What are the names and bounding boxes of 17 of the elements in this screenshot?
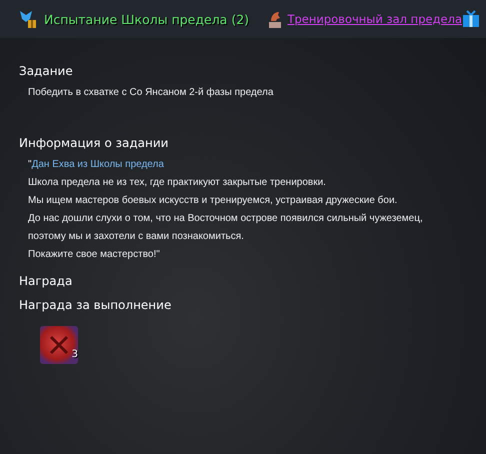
quote-mark: " [28, 159, 32, 170]
dialogue-line: поэтому мы и захотели с вами познакомиться. [27, 230, 245, 244]
item-count: 3 [72, 349, 78, 360]
dialogue-line: До нас дошли слухи о том, что на Восточном острове появился сильный чужеземец, [27, 212, 424, 226]
task-text: Победить в схватке с Со Янсаном 2-й фазы предела [27, 86, 274, 100]
dialogue-line: Покажите свое мастерство!" [27, 248, 161, 262]
chess-knight-icon [267, 9, 284, 29]
dialogue-line: Мы ищем мастеров боевых искусств и тренируемся, устраивая дружеские бои. [27, 194, 398, 208]
location-link[interactable]: Тренировочный зал предела [287, 12, 462, 26]
section-heading: Награда за выполнение [19, 298, 172, 312]
dialogue-line: Школа предела не из тех, где практикуют закрытые тренировки. [27, 176, 327, 190]
quest-title: Испытание Школы предела (2) [44, 12, 250, 26]
section-heading: Награда [19, 274, 74, 288]
speaker-name: Дан Ехва из Школы предела [32, 159, 164, 170]
gift-icon [462, 10, 480, 28]
section-heading: Информация о задании [19, 136, 170, 150]
section-heading: Задание [19, 64, 74, 78]
